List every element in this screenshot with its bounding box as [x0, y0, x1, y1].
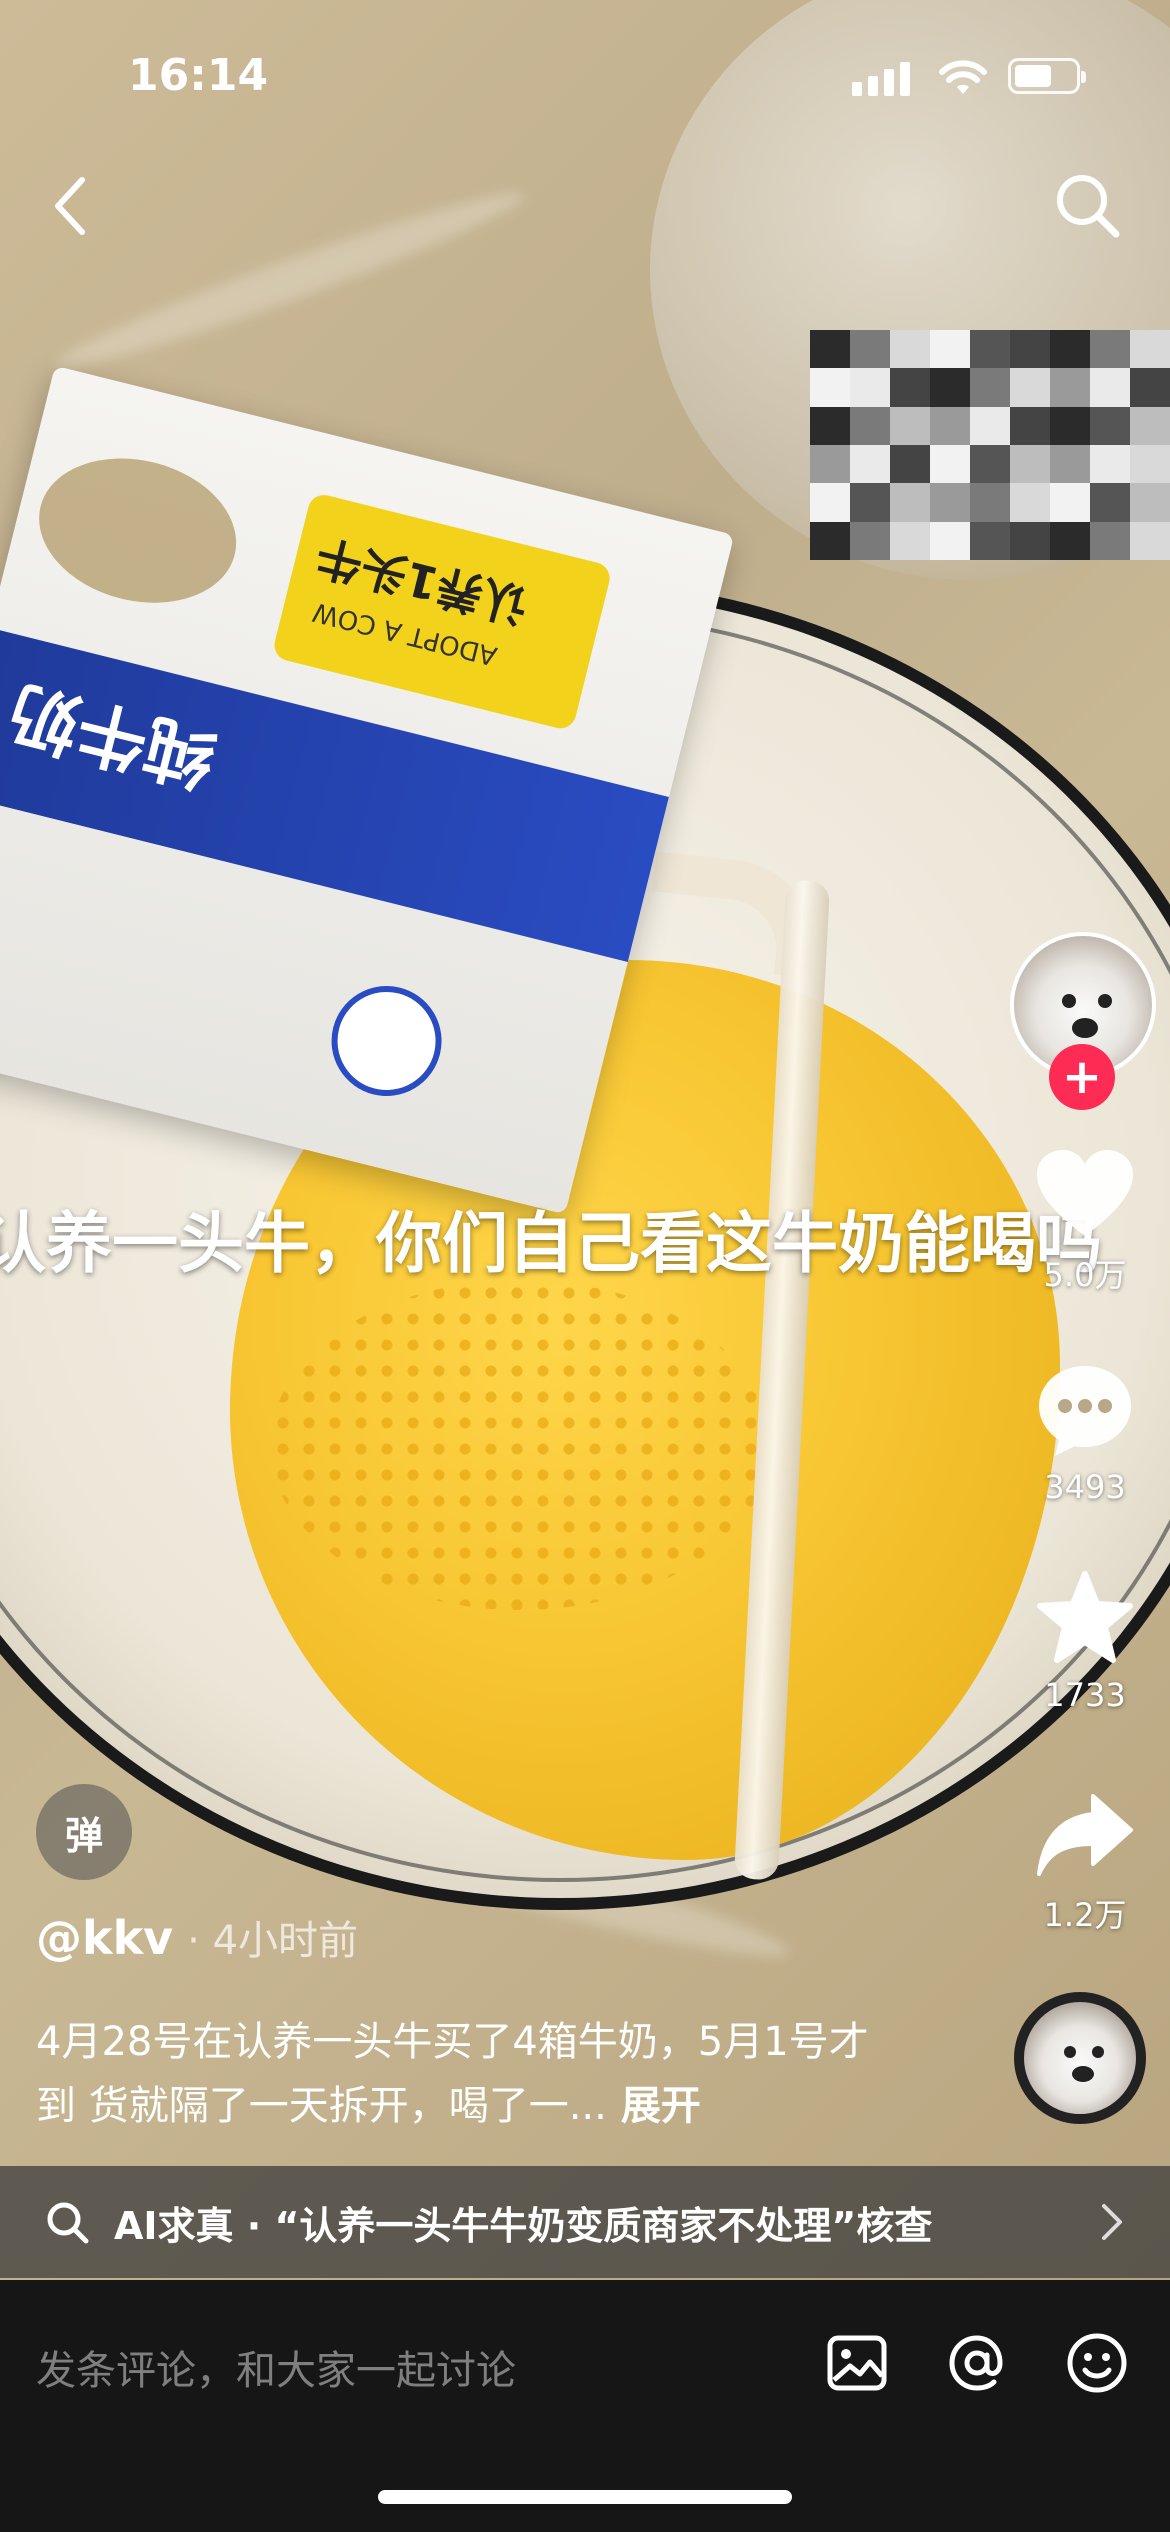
mosaic-cell: [1050, 330, 1090, 369]
comment-input[interactable]: 发条评论，和大家一起讨论: [36, 2338, 516, 2396]
mosaic-cell: [970, 521, 1010, 560]
mosaic-cell: [890, 368, 930, 407]
danmaku-label: 弹: [64, 1813, 103, 1858]
favorite-button[interactable]: 1733: [1020, 1570, 1150, 1714]
share-count: 1.2万: [1043, 1896, 1127, 1934]
mosaic-cell: [890, 483, 930, 522]
fact-check-text: AI求真 · “认养一头牛牛奶变质商家不处理”核查: [114, 2203, 933, 2248]
mosaic-cell: [970, 330, 1010, 369]
post-description[interactable]: 4月28号在认养一头牛买了4箱牛奶，5月1号才到 货就隔了一天拆开，喝了一...…: [36, 2010, 886, 2138]
milk-texture: [270, 1280, 770, 1610]
search-icon: [47, 2202, 89, 2244]
post-time: · 4小时前: [187, 1918, 359, 1964]
search-button[interactable]: [1048, 166, 1128, 246]
mosaic-cell: [1050, 483, 1090, 522]
mosaic-cell: [1090, 444, 1130, 484]
comment-count: 3493: [1044, 1468, 1126, 1506]
mosaic-cell: [1010, 444, 1050, 484]
mosaic-cell: [850, 483, 890, 522]
comment-icon: [1039, 1366, 1131, 1456]
mosaic-cell: [810, 330, 850, 369]
video-overlay-caption: 认养一头牛，你们自己看这牛奶能喝吗: [0, 1205, 1102, 1282]
mosaic-cell: [890, 330, 930, 369]
mosaic-cell: [1090, 330, 1130, 369]
signal-icon: [852, 60, 912, 96]
mosaic-cell: [1130, 483, 1170, 522]
mosaic-cell: [1050, 368, 1090, 407]
carton-emblem: [319, 974, 454, 1108]
music-disc[interactable]: [1014, 1992, 1146, 2124]
mosaic-cell: [930, 444, 970, 484]
battery-icon: [1008, 58, 1086, 94]
mosaic-cell: [1010, 406, 1050, 445]
follow-button[interactable]: +: [1049, 1044, 1115, 1110]
heart-icon: [1037, 1150, 1133, 1236]
mosaic-cell: [970, 406, 1010, 445]
mosaic-cell: [970, 368, 1010, 407]
mosaic-cell: [1050, 521, 1090, 560]
home-indicator: [378, 2490, 792, 2504]
mosaic-cell: [930, 368, 970, 407]
mosaic-cell: [850, 521, 890, 560]
star-icon: [1037, 1571, 1133, 1663]
mosaic-cell: [930, 483, 970, 522]
mosaic-cell: [890, 521, 930, 560]
mosaic-cell: [1130, 444, 1170, 484]
mosaic-cell: [1010, 330, 1050, 369]
back-button[interactable]: [40, 166, 100, 246]
like-count: 5.0万: [1043, 1256, 1127, 1294]
mosaic-cell: [890, 406, 930, 445]
mosaic-cell: [810, 406, 850, 445]
author-line: @kkv · 4小时前: [36, 1908, 358, 1966]
mosaic-cell: [850, 330, 890, 369]
author-name[interactable]: @kkv: [36, 1911, 173, 1965]
mosaic-cell: [1090, 406, 1130, 445]
mosaic-cell: [850, 368, 890, 407]
mosaic-cell: [1090, 368, 1130, 407]
carton-seal: [23, 438, 252, 623]
mosaic-cell: [970, 483, 1010, 522]
mosaic-cell: [1130, 521, 1170, 560]
chevron-right-icon: [1102, 2204, 1122, 2240]
mosaic-cell: [1090, 521, 1130, 560]
mosaic-cell: [810, 521, 850, 560]
mosaic-cell: [1130, 330, 1170, 369]
mosaic-cell: [1130, 368, 1170, 407]
mosaic-blur: [810, 330, 1170, 560]
mosaic-cell: [1010, 521, 1050, 560]
share-button[interactable]: 1.2万: [1020, 1790, 1150, 1936]
mosaic-cell: [1010, 483, 1050, 522]
mosaic-cell: [1090, 483, 1130, 522]
mosaic-cell: [1010, 368, 1050, 407]
mosaic-cell: [850, 406, 890, 445]
mosaic-cell: [1130, 406, 1170, 445]
status-time: 16:14: [128, 50, 269, 101]
mosaic-cell: [850, 444, 890, 484]
wifi-icon: [939, 60, 987, 94]
expand-link[interactable]: 展开: [621, 2083, 701, 2129]
mosaic-cell: [1050, 444, 1090, 484]
mosaic-cell: [1050, 406, 1090, 445]
share-icon: [1037, 1794, 1133, 1876]
mosaic-cell: [970, 444, 1010, 484]
comment-button[interactable]: 3493: [1020, 1362, 1150, 1506]
mosaic-cell: [930, 330, 970, 369]
mosaic-cell: [810, 444, 850, 484]
emoji-icon[interactable]: [1064, 2330, 1130, 2396]
status-bar: 16:14: [0, 0, 1170, 150]
like-button[interactable]: 5.0万: [1020, 1150, 1150, 1296]
mosaic-cell: [930, 521, 970, 560]
mosaic-cell: [930, 406, 970, 445]
danmaku-toggle-button[interactable]: 弹: [36, 1784, 132, 1880]
description-text: 4月28号在认养一头牛买了4箱牛奶，5月1号才到 货就隔了一天拆开，喝了一...: [36, 2019, 869, 2129]
mosaic-cell: [810, 483, 850, 522]
mosaic-cell: [890, 444, 930, 484]
favorite-count: 1733: [1044, 1676, 1126, 1714]
fact-check-bar[interactable]: AI求真 · “认养一头牛牛奶变质商家不处理”核查: [0, 2166, 1170, 2278]
mention-icon[interactable]: [944, 2330, 1010, 2396]
mosaic-cell: [810, 368, 850, 407]
image-icon[interactable]: [824, 2330, 890, 2396]
